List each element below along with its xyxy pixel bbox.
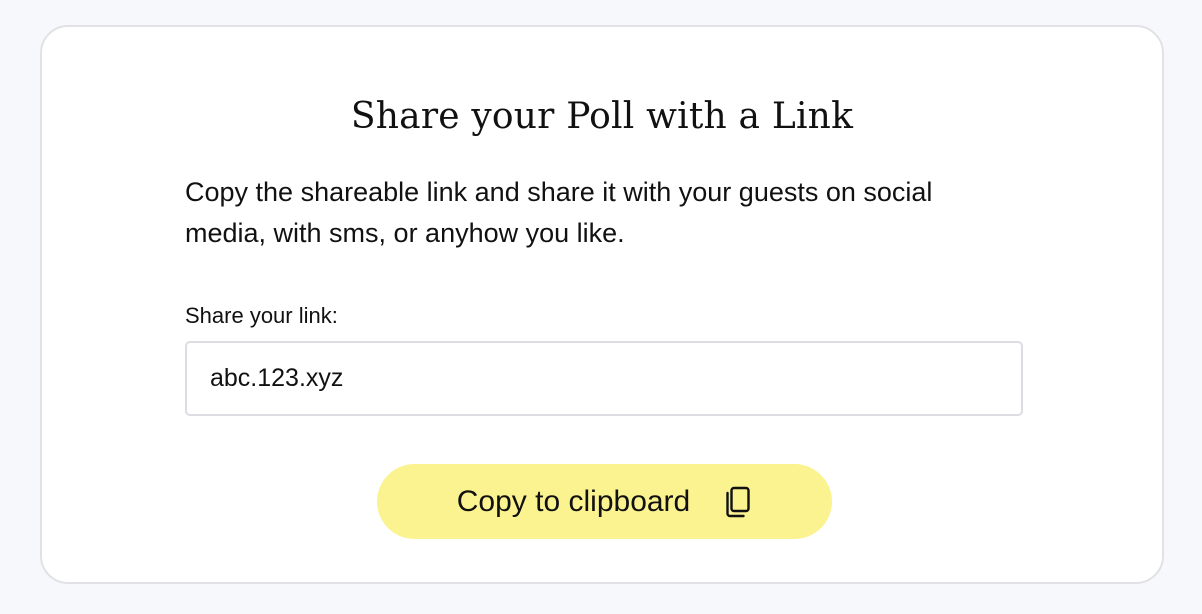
share-link-label: Share your link: (185, 303, 338, 328)
share-poll-card: Share your Poll with a Link Copy the sha… (40, 25, 1164, 584)
copy-to-clipboard-button[interactable]: Copy to clipboard (377, 464, 832, 539)
share-description: Copy the shareable link and share it wit… (185, 177, 933, 248)
copy-icon (724, 486, 752, 518)
page-title: Share your Poll with a Link (350, 96, 854, 137)
copy-button-label: Copy to clipboard (456, 484, 691, 518)
share-link-input[interactable] (185, 341, 1023, 416)
